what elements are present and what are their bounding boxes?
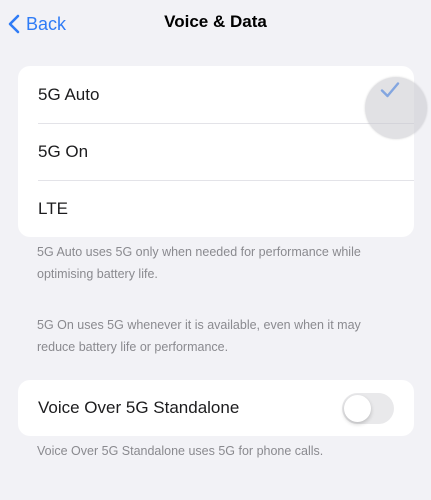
network-mode-group: 5G Auto 5G On LTE xyxy=(18,66,414,237)
option-label: 5G Auto xyxy=(38,84,100,104)
5g-auto-description: 5G Auto uses 5G only when needed for per… xyxy=(37,245,361,281)
option-lte[interactable]: LTE xyxy=(18,180,414,237)
option-label: 5G On xyxy=(38,141,89,161)
touch-indicator xyxy=(365,77,427,139)
5g-on-description: 5G On uses 5G whenever it is available, … xyxy=(37,318,361,354)
voice-over-5g-toggle[interactable] xyxy=(342,393,394,424)
page-title: Voice & Data xyxy=(164,12,267,31)
option-5g-on[interactable]: 5G On xyxy=(18,123,414,180)
toggle-knob xyxy=(344,395,371,422)
voice-over-5g-label: Voice Over 5G Standalone xyxy=(38,398,240,417)
navigation-bar: Back Voice & Data xyxy=(0,0,431,48)
voice-over-5g-group: Voice Over 5G Standalone xyxy=(18,380,414,436)
option-5g-auto[interactable]: 5G Auto xyxy=(18,66,414,123)
option-label: LTE xyxy=(38,198,68,218)
voice-over-5g-row: Voice Over 5G Standalone xyxy=(18,380,414,436)
voice-over-5g-description: Voice Over 5G Standalone uses 5G for pho… xyxy=(37,444,324,458)
